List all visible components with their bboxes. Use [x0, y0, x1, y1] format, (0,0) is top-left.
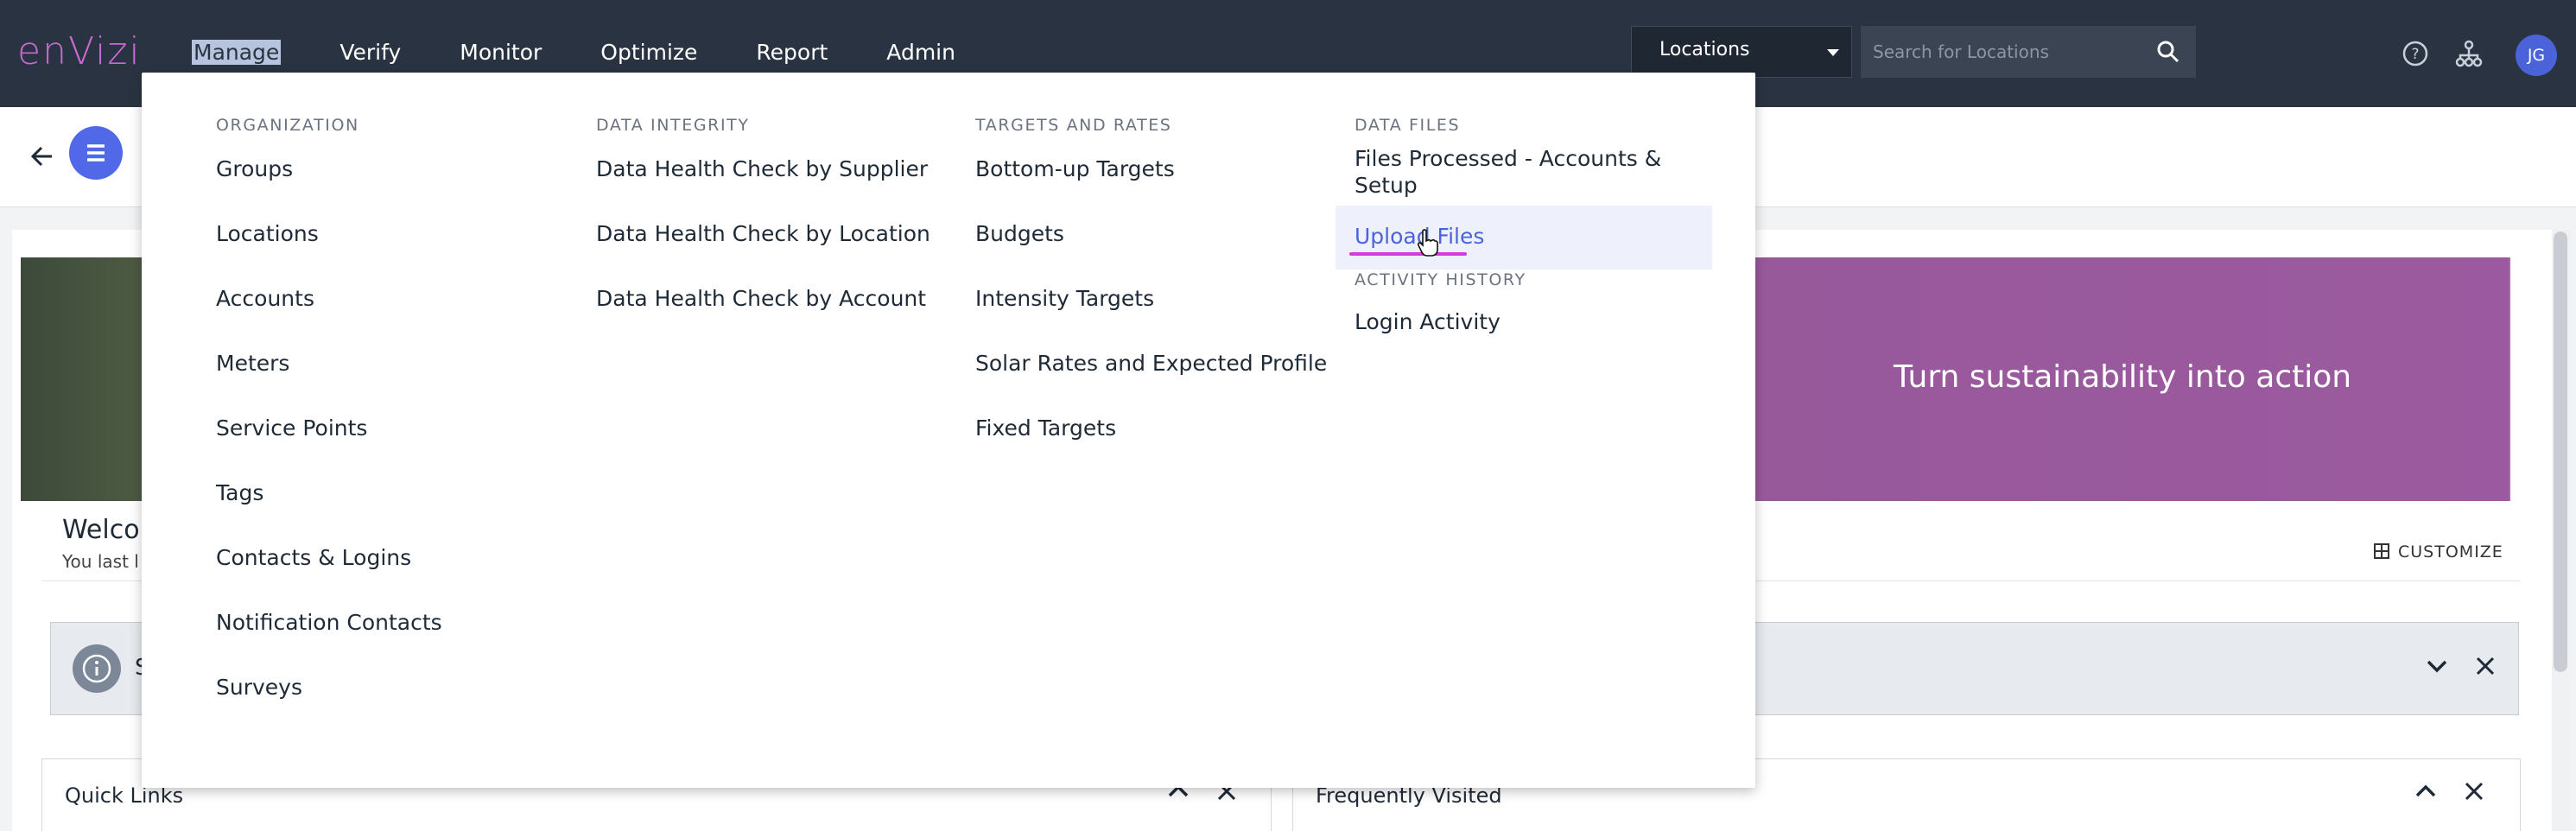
- manage-mega-menu: ORGANIZATION Groups Locations Accounts M…: [142, 73, 1755, 788]
- search-icon[interactable]: [2156, 40, 2180, 64]
- menu-item-intensity-targets[interactable]: Intensity Targets: [975, 287, 1327, 352]
- back-arrow-icon[interactable]: [28, 142, 57, 171]
- main-nav: Manage Verify Monitor Optimize Report Ad…: [192, 40, 1014, 86]
- menu-item-surveys[interactable]: Surveys: [216, 676, 442, 740]
- activity-history-heading: ACTIVITY HISTORY: [1355, 270, 1526, 289]
- svg-text:?: ?: [2411, 46, 2419, 63]
- info-icon: [73, 644, 121, 693]
- nav-report[interactable]: Report: [756, 40, 828, 65]
- menu-item-files-processed[interactable]: Files Processed - Accounts & Setup: [1355, 145, 1666, 199]
- menu-item-budgets[interactable]: Budgets: [975, 222, 1327, 287]
- search-placeholder: Search for Locations: [1873, 41, 2049, 62]
- grid-icon: [2374, 543, 2389, 559]
- locations-select-value: Locations: [1659, 39, 1750, 60]
- organization-heading: ORGANIZATION: [216, 116, 359, 135]
- menu-item-fixed-targets[interactable]: Fixed Targets: [975, 416, 1327, 481]
- nav-manage[interactable]: Manage: [192, 40, 289, 86]
- menu-item-solar-rates[interactable]: Solar Rates and Expected Profile: [975, 352, 1327, 416]
- nav-verify[interactable]: Verify: [339, 40, 401, 65]
- menu-item-tags[interactable]: Tags: [216, 481, 442, 546]
- organization-column: ORGANIZATION Groups Locations Accounts M…: [216, 116, 442, 740]
- location-search-input[interactable]: Search for Locations: [1861, 26, 2196, 78]
- data-files-column: DATA FILES Files Processed - Accounts & …: [1355, 116, 1666, 199]
- info-glyph-icon: [82, 654, 111, 683]
- hierarchy-icon[interactable]: [2455, 40, 2483, 67]
- chevron-down-icon[interactable]: [2424, 653, 2450, 679]
- help-icon[interactable]: ?: [2402, 40, 2429, 67]
- menu-item-bottom-up-targets[interactable]: Bottom-up Targets: [975, 157, 1327, 222]
- data-integrity-column: DATA INTEGRITY Data Health Check by Supp…: [596, 116, 930, 352]
- envizi-logo[interactable]: enVizi: [17, 29, 142, 73]
- last-login-text: You last l: [62, 551, 139, 572]
- nav-optimize[interactable]: Optimize: [600, 40, 697, 65]
- targets-rates-column: TARGETS AND RATES Bottom-up Targets Budg…: [975, 116, 1327, 481]
- targets-rates-heading: TARGETS AND RATES: [975, 116, 1172, 135]
- menu-item-health-check-account[interactable]: Data Health Check by Account: [596, 287, 930, 352]
- menu-item-notification-contacts[interactable]: Notification Contacts: [216, 611, 442, 676]
- page-scrollbar-thumb[interactable]: [2554, 232, 2567, 672]
- menu-item-groups[interactable]: Groups: [216, 157, 442, 222]
- chevron-up-icon[interactable]: [2413, 778, 2439, 804]
- locations-select[interactable]: Locations: [1631, 26, 1852, 78]
- nav-admin[interactable]: Admin: [886, 40, 955, 65]
- nav-manage-label: Manage: [192, 40, 282, 65]
- close-icon[interactable]: [2461, 778, 2487, 804]
- menu-item-meters[interactable]: Meters: [216, 352, 442, 416]
- hero-tagline: Turn sustainability into action: [1894, 359, 2352, 395]
- menu-item-service-points[interactable]: Service Points: [216, 416, 442, 481]
- nav-monitor[interactable]: Monitor: [460, 40, 542, 65]
- hand-cursor-icon: [1417, 229, 1438, 257]
- menu-item-accounts[interactable]: Accounts: [216, 287, 442, 352]
- hover-underline: [1349, 252, 1467, 256]
- menu-item-locations[interactable]: Locations: [216, 222, 442, 287]
- customize-label: CUSTOMIZE: [2398, 542, 2503, 561]
- menu-item-login-activity[interactable]: Login Activity: [1355, 309, 1501, 334]
- menu-item-health-check-supplier[interactable]: Data Health Check by Supplier: [596, 157, 930, 222]
- data-files-heading: DATA FILES: [1355, 116, 1461, 135]
- hamburger-icon: [87, 144, 105, 162]
- menu-item-health-check-location[interactable]: Data Health Check by Location: [596, 222, 930, 287]
- menu-item-contacts-logins[interactable]: Contacts & Logins: [216, 546, 442, 611]
- user-avatar[interactable]: JG: [2516, 35, 2557, 76]
- caret-down-icon: [1827, 49, 1839, 56]
- data-integrity-heading: DATA INTEGRITY: [596, 116, 750, 135]
- welcome-heading: Welco: [62, 515, 140, 545]
- hamburger-menu-button[interactable]: [69, 126, 123, 180]
- customize-button[interactable]: CUSTOMIZE: [2363, 536, 2514, 570]
- close-icon[interactable]: [2472, 653, 2498, 679]
